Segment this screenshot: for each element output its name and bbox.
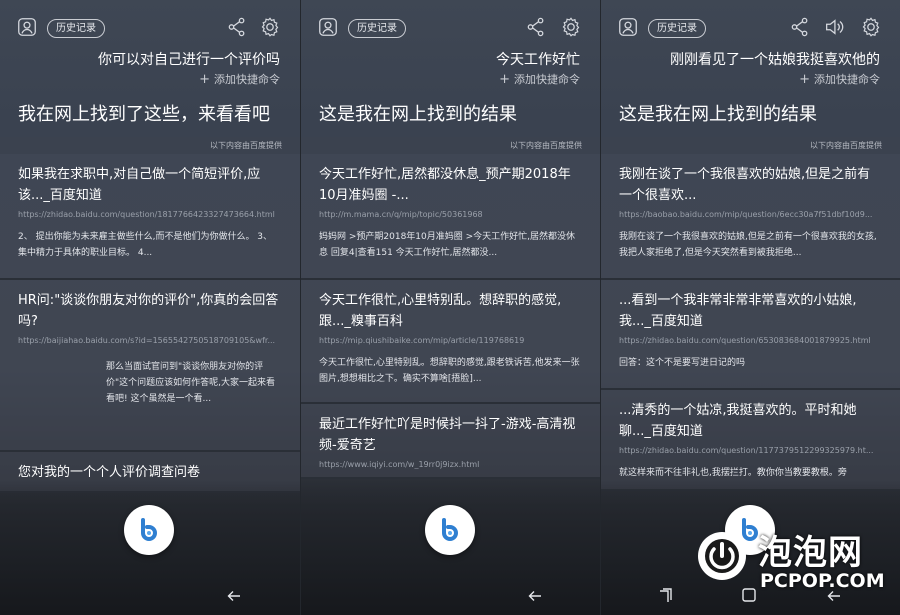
result-title: 今天工作好忙,居然都没休息_预产期2018年10月准妈圈 -...: [319, 167, 571, 203]
result-title: 今天工作很忙,心里特别乱。想辞职的感觉,跟..._糗事百科: [319, 293, 562, 329]
result-card[interactable]: 今天工作好忙,居然都没休息_预产期2018年10月准妈圈 -... http:/…: [301, 154, 600, 280]
bixby-button[interactable]: [124, 505, 174, 555]
result-url: https://mip.qiushibaike.com/mip/article/…: [319, 336, 525, 345]
share-icon[interactable]: [789, 16, 811, 38]
user-query: 刚刚看见了一个姑娘我挺喜欢他的: [670, 52, 880, 68]
add-command-label: 添加快捷命令: [214, 73, 280, 86]
watermark-site: PCPOP.COM: [760, 570, 885, 592]
history-button[interactable]: 历史记录: [348, 19, 406, 38]
result-title: ...看到一个我非常非常非常喜欢的小姑娘,我..._百度知道: [619, 293, 857, 329]
user-icon[interactable]: [617, 16, 639, 38]
assistant-reply: 这是我在网上找到的结果: [619, 104, 817, 125]
assistant-reply: 这是我在网上找到的结果: [319, 104, 517, 125]
plus-icon: +: [499, 72, 510, 87]
share-icon[interactable]: [226, 16, 248, 38]
watermark-logo-icon: [698, 532, 746, 580]
result-card[interactable]: HR问:"谈谈你朋友对你的评价",你真的会回答吗? https://baijia…: [0, 280, 300, 452]
user-query: 你可以对自己进行一个评价吗: [98, 52, 280, 68]
screen-2: 历史记录 今天工作好忙 + 添加快捷命令 这是我在网上找到的结果 以下内容由百度提…: [300, 0, 600, 615]
add-command-label: 添加快捷命令: [814, 73, 880, 86]
top-bar: 历史记录: [301, 14, 600, 44]
result-url: https://baobao.baidu.com/mip/question/6e…: [619, 210, 873, 219]
top-bar: 历史记录: [601, 14, 900, 44]
gear-icon[interactable]: [860, 16, 882, 38]
back-icon[interactable]: [527, 588, 543, 604]
gear-icon[interactable]: [259, 16, 281, 38]
user-icon[interactable]: [16, 16, 38, 38]
result-snippet: 那么当面试官问到"谈谈你朋友对你的评价"这个问题应该如何作答呢,大家一起来看看吧…: [106, 362, 276, 404]
result-title: HR问:"谈谈你朋友对你的评价",你真的会回答吗?: [18, 293, 279, 329]
result-url: http://m.mama.cn/q/mip/topic/50361968: [319, 210, 483, 219]
history-button[interactable]: 历史记录: [47, 19, 105, 38]
result-url: https://baijiahao.baidu.com/s?id=1565542…: [18, 336, 276, 345]
screen-1: 历史记录 你可以对自己进行一个评价吗 + 添加快捷命令 我在网上找到了这些，来看看…: [0, 0, 300, 615]
result-url: https://zhidao.baidu.com/question/117737…: [619, 446, 874, 455]
result-card[interactable]: ...清秀的一个姑凉,我挺喜欢的。平时和她聊..._百度知道 https://z…: [601, 390, 900, 491]
result-card[interactable]: 最近工作好忙吖是时候抖一抖了-游戏-高清视频-爱奇艺 https://www.i…: [301, 404, 600, 479]
result-url: https://zhidao.baidu.com/question/181776…: [18, 210, 275, 219]
back-icon[interactable]: [226, 588, 242, 604]
result-url: https://zhidao.baidu.com/question/653083…: [619, 336, 871, 345]
user-icon[interactable]: [317, 16, 339, 38]
add-command-link[interactable]: + 添加快捷命令: [199, 71, 280, 87]
provider-note: 以下内容由百度提供: [0, 137, 300, 154]
result-snippet: 妈妈网 >预产期2018年10月准妈圈 >今天工作好忙,居然都没休息 回复4|查…: [319, 232, 576, 258]
provider-note: 以下内容由百度提供: [301, 137, 600, 154]
user-query: 今天工作好忙: [496, 52, 580, 68]
result-title: 如果我在求职中,对自己做一个简短评价,应该..._百度知道: [18, 167, 261, 203]
plus-icon: +: [799, 72, 810, 87]
watermark-name: 泡泡网: [758, 533, 863, 573]
result-snippet: 2、 提出你能为未来雇主做些什么,而不是他们为你做什么。 3、 集中精力于具体的…: [18, 232, 273, 258]
volume-icon[interactable]: [823, 16, 845, 38]
watermark: 泡泡网 PCPOP.COM: [686, 520, 900, 615]
plus-icon: +: [199, 72, 210, 87]
bixby-icon: [442, 518, 458, 541]
result-card[interactable]: 我刚在谈了一个我很喜欢的姑娘,但是之前有一个很喜欢... https://bao…: [601, 154, 900, 280]
result-url: https://www.iqiyi.com/w_19rr0j9izx.html: [319, 460, 480, 469]
result-title: ...清秀的一个姑凉,我挺喜欢的。平时和她聊..._百度知道: [619, 403, 857, 439]
add-command-link[interactable]: + 添加快捷命令: [799, 71, 880, 87]
bixby-icon: [141, 518, 157, 541]
result-snippet: 我刚在谈了一个我很喜欢的姑娘,但是之前有一个很喜欢我的女孩,我把人家拒绝了,但是…: [619, 232, 877, 258]
share-icon[interactable]: [525, 16, 547, 38]
result-card[interactable]: 如果我在求职中,对自己做一个简短评价,应该..._百度知道 https://zh…: [0, 154, 300, 280]
result-card[interactable]: 今天工作很忙,心里特别乱。想辞职的感觉,跟..._糗事百科 https://mi…: [301, 280, 600, 404]
add-command-label: 添加快捷命令: [514, 73, 580, 86]
result-snippet: 回答：这个不是要写进日记的吗: [619, 358, 746, 368]
result-snippet: 今天工作很忙,心里特别乱。想辞职的感觉,跟老铁诉苦,他发来一张图片,想想相比之下…: [319, 358, 580, 384]
gear-icon[interactable]: [560, 16, 582, 38]
top-bar: 历史记录: [0, 14, 300, 44]
result-snippet: 就这样来而不往非礼也,我摆拦打。教你你当教要教根。旁: [619, 468, 847, 478]
history-button[interactable]: 历史记录: [648, 19, 706, 38]
assistant-reply: 我在网上找到了这些，来看看吧: [18, 104, 270, 125]
result-title: 我刚在谈了一个我很喜欢的姑娘,但是之前有一个很喜欢...: [619, 167, 871, 203]
result-card[interactable]: ...看到一个我非常非常非常喜欢的小姑娘,我..._百度知道 https://z…: [601, 280, 900, 390]
recent-apps-icon[interactable]: [658, 588, 672, 604]
bixby-button[interactable]: [425, 505, 475, 555]
provider-note: 以下内容由百度提供: [601, 137, 900, 154]
result-title: 最近工作好忙吖是时候抖一抖了-游戏-高清视频-爱奇艺: [319, 417, 576, 453]
add-command-link[interactable]: + 添加快捷命令: [499, 71, 580, 87]
